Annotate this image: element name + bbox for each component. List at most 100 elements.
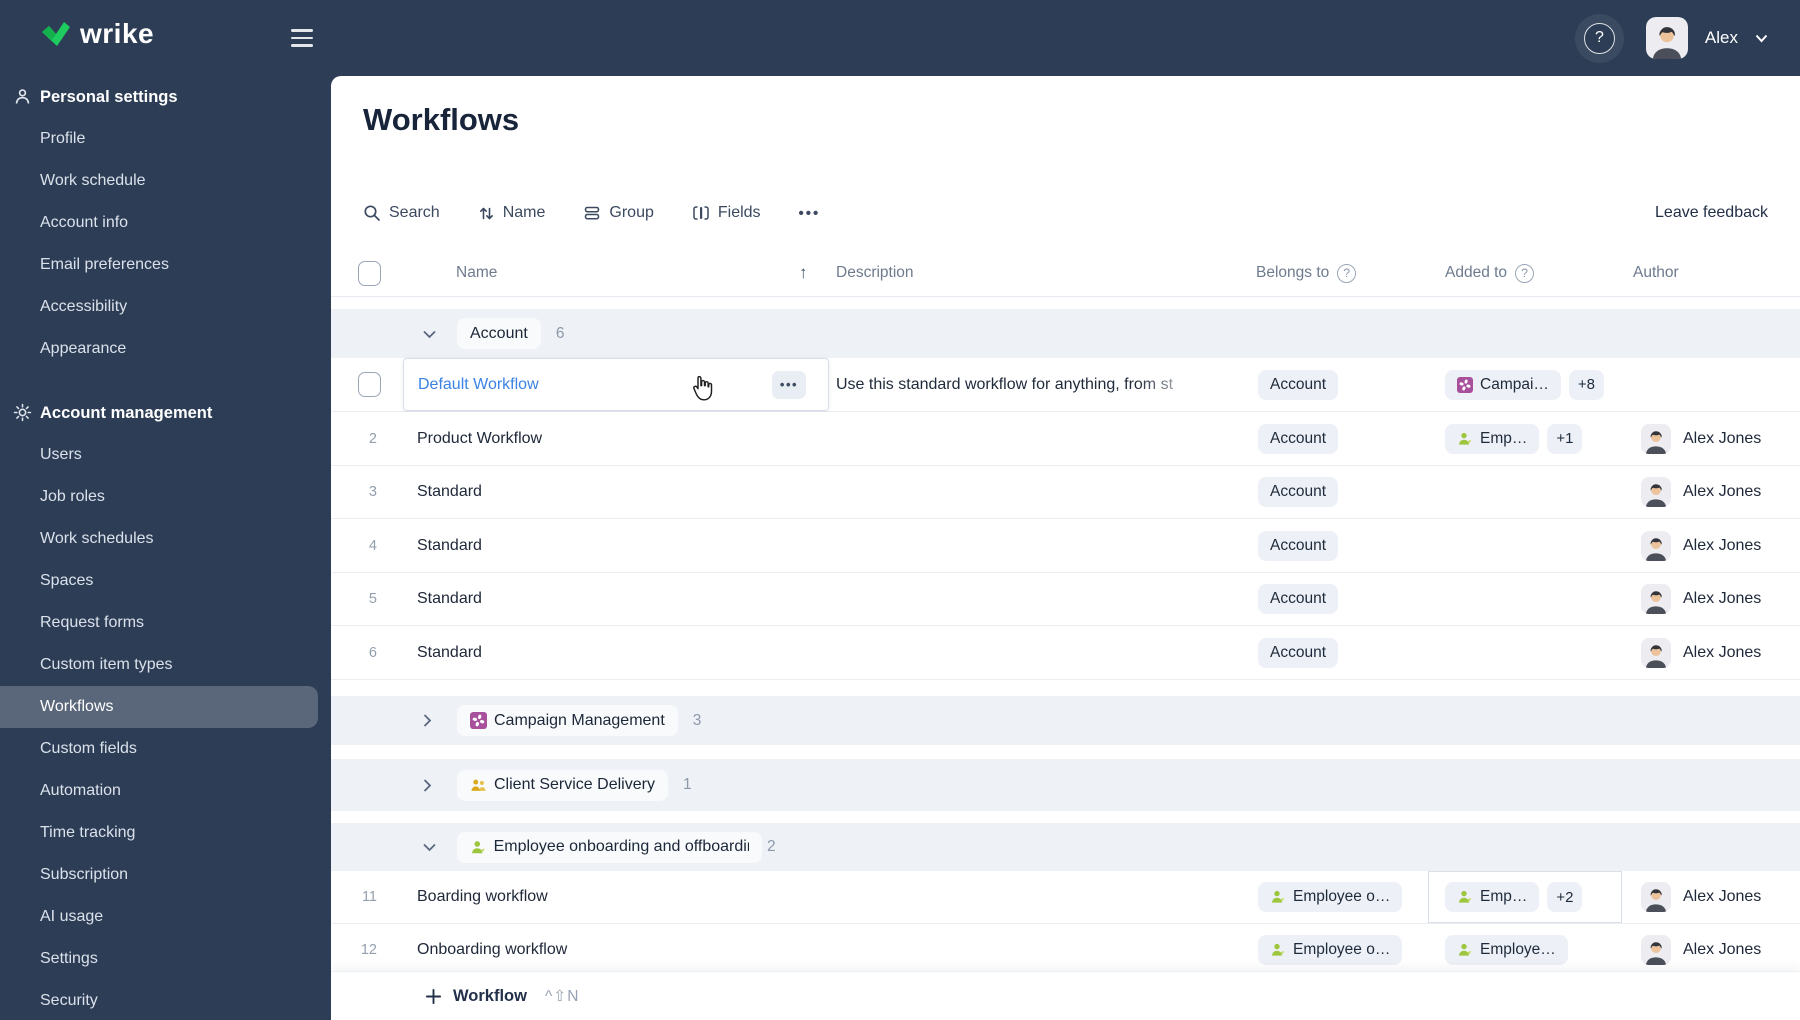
sidebar-item-subscription[interactable]: Subscription — [0, 854, 318, 896]
help-circle-icon[interactable]: ? — [1337, 263, 1357, 283]
column-header-author[interactable]: Author — [1633, 250, 1679, 296]
added-to-pill[interactable]: Emp… — [1445, 882, 1540, 912]
author-avatar — [1641, 531, 1671, 561]
fields-button[interactable]: Fields — [692, 204, 761, 222]
sidebar-item-account-info[interactable]: Account info — [0, 202, 318, 244]
workflow-name[interactable]: Boarding workflow — [417, 871, 548, 923]
help-circle-icon[interactable]: ? — [1515, 263, 1535, 283]
column-header-description[interactable]: Description — [836, 250, 914, 296]
table-row[interactable]: 6 Standard Account Alex Jones — [331, 626, 1800, 680]
sidebar-item-custom-item-types[interactable]: Custom item types — [0, 644, 318, 686]
sidebar-item-users[interactable]: Users — [0, 434, 318, 476]
settings-sidebar: Personal settings Profile Work schedule … — [0, 76, 331, 1020]
chevron-down-icon[interactable] — [422, 329, 439, 339]
group-row-account[interactable]: Account 6 — [331, 309, 1800, 358]
group-button[interactable]: Group — [583, 204, 654, 222]
sidebar-item-settings[interactable]: Settings — [0, 938, 318, 980]
added-to-cell-box[interactable]: Emp… +2 — [1428, 871, 1622, 923]
sort-ascending-icon[interactable]: ↑ — [799, 250, 808, 296]
chevron-right-icon[interactable] — [422, 713, 439, 728]
table-row[interactable]: 11 Boarding workflow Employee o… Emp… +2… — [331, 871, 1800, 924]
row-number: 11 — [361, 889, 377, 905]
person-icon — [13, 87, 32, 111]
sidebar-item-work-schedules[interactable]: Work schedules — [0, 518, 318, 560]
sidebar-item-workflows[interactable]: Workflows — [0, 686, 318, 728]
added-to-overflow-pill[interactable]: +8 — [1568, 369, 1605, 400]
sidebar-item-spaces[interactable]: Spaces — [0, 560, 318, 602]
workflow-name[interactable]: Standard — [417, 573, 482, 625]
workflow-name[interactable]: Standard — [417, 519, 482, 572]
workflows-page: Workflows Search Name Group Fields ••• L… — [331, 76, 1800, 1020]
workflow-name[interactable]: Onboarding workflow — [417, 924, 567, 976]
more-options-button[interactable]: ••• — [799, 205, 821, 222]
column-header-added-to[interactable]: Added to ? — [1445, 250, 1535, 296]
workflow-name[interactable]: Standard — [417, 466, 482, 518]
group-pill: Campaign Management — [457, 705, 678, 736]
user-name[interactable]: Alex — [1705, 28, 1738, 48]
chevron-right-icon[interactable] — [422, 778, 439, 793]
workflow-name[interactable]: Product Workflow — [417, 412, 542, 465]
belongs-to-pill: Account — [1258, 477, 1339, 507]
group-count: 1 — [682, 776, 692, 793]
leave-feedback-link[interactable]: Leave feedback — [1655, 204, 1768, 222]
row-checkbox[interactable] — [358, 372, 381, 397]
sidebar-item-automation[interactable]: Automation — [0, 770, 318, 812]
table-row[interactable]: 12 Onboarding workflow Employee o… Emplo… — [331, 924, 1800, 977]
sort-button[interactable]: Name — [478, 204, 545, 222]
row-number: 5 — [368, 591, 377, 607]
belongs-to-pill: Account — [1258, 637, 1339, 668]
workflow-link[interactable]: Default Workflow — [418, 376, 539, 394]
table-row[interactable]: 2 Product Workflow Account Emp… +1 Alex … — [331, 412, 1800, 466]
added-to-overflow-pill[interactable]: +2 — [1547, 882, 1583, 912]
author-avatar — [1641, 882, 1671, 912]
employee-space-icon — [1457, 942, 1473, 958]
sidebar-item-accessibility[interactable]: Accessibility — [0, 286, 318, 328]
top-bar: wrike ? Alex — [0, 0, 1800, 76]
added-to-pill[interactable]: Employe… — [1445, 935, 1568, 965]
sidebar-item-time-tracking[interactable]: Time tracking — [0, 812, 318, 854]
sidebar-item-custom-fields[interactable]: Custom fields — [0, 728, 318, 770]
sidebar-item-ai-usage[interactable]: AI usage — [0, 896, 318, 938]
table-row[interactable]: Default Workflow ••• Use this standard w… — [331, 358, 1800, 412]
user-avatar[interactable] — [1646, 17, 1688, 59]
group-row-campaign-management[interactable]: Campaign Management 3 — [331, 696, 1800, 745]
plus-icon[interactable] — [425, 988, 442, 1005]
table-row[interactable]: 5 Standard Account Alex Jones — [331, 573, 1800, 626]
sidebar-item-email-preferences[interactable]: Email preferences — [0, 244, 318, 286]
name-cell-hover-box[interactable]: Default Workflow ••• — [403, 358, 829, 411]
added-to-overflow-pill[interactable]: +1 — [1547, 423, 1583, 454]
group-row-client-service-delivery[interactable]: Client Service Delivery 1 — [331, 759, 1800, 811]
group-row-employee-onboarding[interactable]: Employee onboarding and offboardin 2 — [331, 823, 1800, 871]
fields-icon — [693, 206, 709, 220]
help-icon[interactable]: ? — [1583, 22, 1615, 54]
workflow-name[interactable]: Standard — [417, 626, 482, 679]
sidebar-item-work-schedule[interactable]: Work schedule — [0, 160, 318, 202]
author-name: Alex Jones — [1683, 429, 1762, 447]
sidebar-item-security[interactable]: Security — [0, 980, 318, 1020]
added-to-pill[interactable]: Emp… — [1445, 423, 1540, 454]
belongs-to-pill[interactable]: Employee o… — [1258, 935, 1403, 965]
column-header-belongs-to[interactable]: Belongs to ? — [1256, 250, 1357, 296]
sidebar-item-profile[interactable]: Profile — [0, 118, 318, 160]
group-count: 2 — [767, 838, 776, 855]
sidebar-item-job-roles[interactable]: Job roles — [0, 476, 318, 518]
sort-icon — [479, 207, 493, 219]
sidebar-item-request-forms[interactable]: Request forms — [0, 602, 318, 644]
search-button[interactable]: Search — [363, 204, 440, 222]
chevron-down-icon[interactable] — [422, 842, 439, 852]
belongs-to-pill[interactable]: Employee o… — [1258, 882, 1403, 912]
row-more-button[interactable]: ••• — [772, 370, 806, 399]
table-body: Account 6 Default Workflow ••• Use this … — [331, 309, 1800, 977]
added-to-pill[interactable]: Campai… — [1445, 369, 1561, 400]
select-all-checkbox[interactable] — [358, 260, 381, 286]
table-row[interactable]: 4 Standard Account Alex Jones — [331, 519, 1800, 573]
column-header-name[interactable]: Name — [456, 250, 497, 296]
chevron-down-icon[interactable] — [1755, 34, 1768, 43]
hamburger-menu-icon[interactable] — [291, 29, 313, 47]
page-title: Workflows — [363, 102, 520, 137]
add-workflow-button[interactable]: Workflow — [453, 987, 527, 1006]
row-number: 2 — [368, 430, 377, 447]
toolbar: Search Name Group Fields ••• Leave feedb… — [363, 196, 1768, 230]
table-row[interactable]: 3 Standard Account Alex Jones — [331, 466, 1800, 519]
sidebar-item-appearance[interactable]: Appearance — [0, 328, 318, 370]
